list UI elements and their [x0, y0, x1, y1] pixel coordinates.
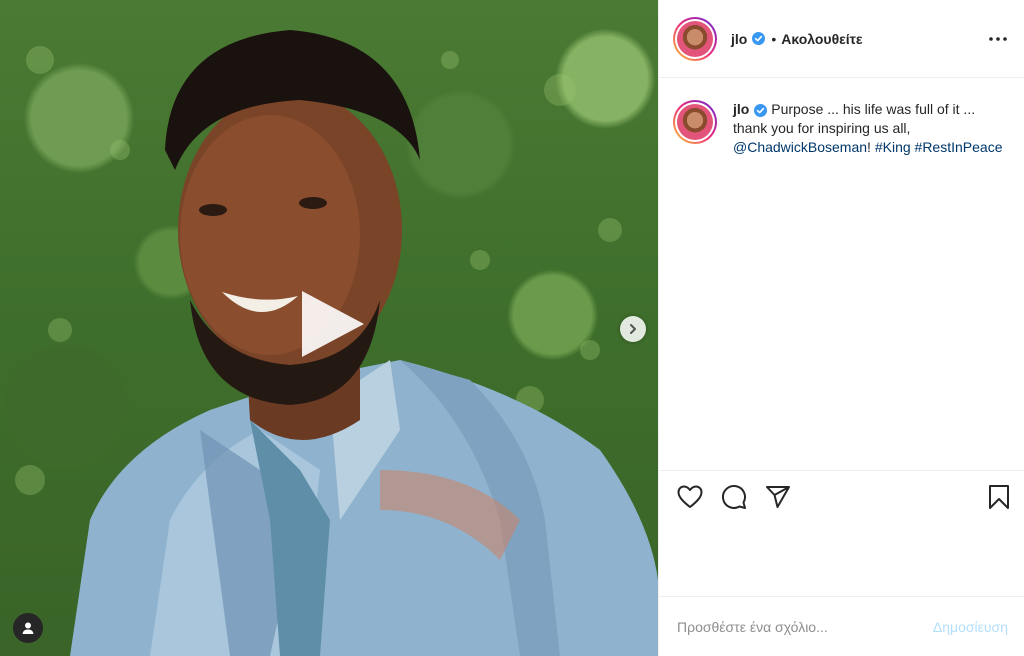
post-media[interactable]	[0, 0, 658, 656]
send-icon	[766, 485, 790, 508]
bookmark-icon	[989, 484, 1009, 509]
tagged-users-button[interactable]	[13, 613, 43, 643]
caption-avatar-image	[677, 104, 713, 140]
comment-icon	[722, 484, 746, 509]
header-separator: •	[771, 30, 777, 47]
caption-mention-link[interactable]: @ChadwickBoseman	[733, 139, 867, 155]
avatar-image	[677, 20, 713, 57]
post-side-panel: jlo • Ακολουθείτε jlo Purpose ... his li…	[658, 0, 1024, 656]
comment-input[interactable]	[677, 618, 933, 635]
caption: jlo Purpose ... his life was full of it …	[673, 100, 1010, 157]
likes-area	[659, 522, 1024, 596]
header-username[interactable]: jlo	[731, 31, 747, 47]
action-bar	[659, 470, 1024, 522]
caption-hashtag-king[interactable]: #King	[875, 139, 911, 155]
verified-badge-icon	[752, 32, 766, 45]
comment-bar: Δημοσίευση	[659, 596, 1024, 656]
caption-area: jlo Purpose ... his life was full of it …	[659, 78, 1024, 470]
comment-button[interactable]	[719, 482, 749, 512]
verified-badge-icon	[754, 103, 768, 117]
save-button[interactable]	[984, 482, 1014, 512]
chevron-right-icon	[630, 324, 636, 334]
caption-body: Purpose ... his life was full of it ... …	[733, 101, 976, 136]
post-header: jlo • Ακολουθείτε	[659, 0, 1024, 78]
caption-username[interactable]: jlo	[733, 101, 749, 117]
user-icon	[22, 622, 34, 634]
caption-avatar[interactable]	[673, 100, 717, 144]
post-view: jlo • Ακολουθείτε jlo Purpose ... his li…	[0, 0, 1024, 656]
follow-status-button[interactable]: Ακολουθείτε	[781, 31, 862, 47]
next-slide-button[interactable]	[620, 316, 646, 342]
caption-body-2: !	[867, 139, 875, 155]
post-comment-button[interactable]: Δημοσίευση	[933, 619, 1008, 635]
caption-hashtag-restinpeace[interactable]: #RestInPeace	[915, 139, 1003, 155]
heart-icon	[677, 485, 703, 508]
more-horizontal-icon	[989, 36, 1007, 41]
play-icon	[302, 291, 364, 357]
more-options-button[interactable]	[986, 27, 1010, 51]
like-button[interactable]	[675, 482, 705, 512]
caption-text: jlo Purpose ... his life was full of it …	[733, 100, 1003, 157]
share-button[interactable]	[763, 482, 793, 512]
avatar[interactable]	[673, 16, 717, 61]
play-button[interactable]	[296, 287, 370, 361]
